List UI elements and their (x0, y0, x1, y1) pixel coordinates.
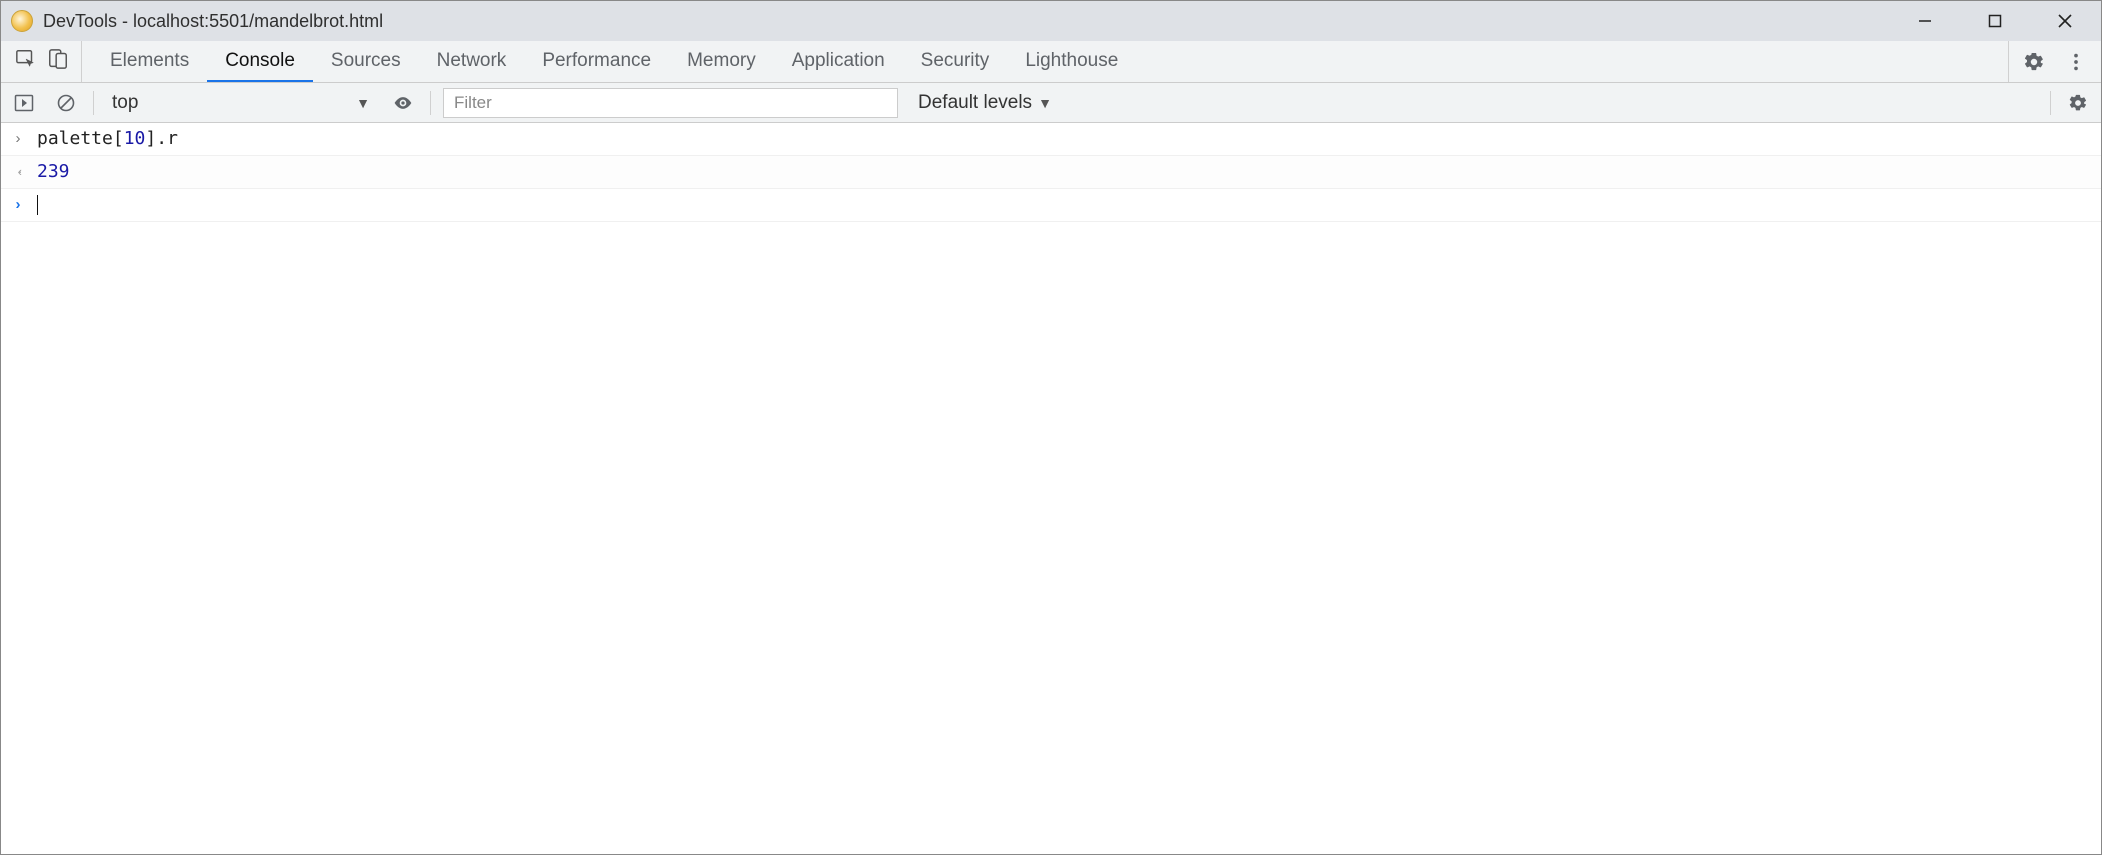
tab-label: Application (792, 50, 885, 72)
window-close-button[interactable] (2035, 2, 2095, 40)
log-levels-select[interactable]: Default levels ▼ (910, 92, 1052, 114)
tab-application[interactable]: Application (774, 41, 903, 82)
toggle-console-sidebar-icon[interactable] (9, 88, 39, 118)
tab-security[interactable]: Security (903, 41, 1008, 82)
separator (2050, 91, 2051, 115)
clear-console-icon[interactable] (51, 88, 81, 118)
console-input-text: palette[10].r (37, 127, 178, 151)
console-filter-input[interactable] (443, 88, 898, 118)
prompt-chevron-icon (9, 193, 27, 217)
chevron-down-icon: ▼ (1038, 95, 1052, 111)
tab-label: Lighthouse (1025, 50, 1118, 72)
separator (430, 91, 431, 115)
console-output-value: 239 (37, 160, 70, 184)
tab-label: Network (437, 50, 507, 72)
output-chevron-icon (9, 160, 27, 184)
console-output-row: 239 (1, 156, 2101, 189)
more-menu-icon[interactable] (2059, 45, 2093, 79)
input-chevron-icon (9, 127, 27, 151)
window-titlebar: DevTools - localhost:5501/mandelbrot.htm… (1, 1, 2101, 41)
tab-label: Console (225, 50, 295, 72)
tab-label: Security (921, 50, 990, 72)
console-prompt-input[interactable] (37, 193, 38, 217)
inspect-element-icon[interactable] (15, 48, 37, 75)
window-maximize-button[interactable] (1965, 2, 2025, 40)
console-input-row: palette[10].r (1, 123, 2101, 156)
tabbar-trailing-tools (2008, 41, 2101, 82)
device-toolbar-icon[interactable] (47, 48, 69, 75)
settings-gear-icon[interactable] (2017, 45, 2051, 79)
console-output[interactable]: palette[10].r 239 (1, 123, 2101, 854)
tab-lighthouse[interactable]: Lighthouse (1007, 41, 1136, 82)
tab-label: Sources (331, 50, 401, 72)
window-minimize-button[interactable] (1895, 2, 1955, 40)
tab-label: Performance (542, 50, 651, 72)
tabbar-leading-tools (7, 41, 82, 82)
console-toolbar: top ▼ Default levels ▼ (1, 83, 2101, 123)
tab-elements[interactable]: Elements (92, 41, 207, 82)
text-cursor (37, 195, 38, 215)
live-expression-eye-icon[interactable] (388, 88, 418, 118)
execution-context-label: top (112, 92, 138, 114)
log-levels-label: Default levels (918, 92, 1032, 114)
devtools-tabbar: Elements Console Sources Network Performance… (1, 41, 2101, 83)
tab-console[interactable]: Console (207, 41, 313, 82)
tab-sources[interactable]: Sources (313, 41, 419, 82)
chevron-down-icon: ▼ (356, 95, 370, 111)
window-title: DevTools - localhost:5501/mandelbrot.htm… (43, 11, 383, 32)
devtools-app-icon (11, 10, 33, 32)
tab-network[interactable]: Network (419, 41, 525, 82)
console-settings-gear-icon[interactable] (2063, 88, 2093, 118)
tab-label: Memory (687, 50, 756, 72)
tab-memory[interactable]: Memory (669, 41, 774, 82)
tab-performance[interactable]: Performance (524, 41, 669, 82)
console-prompt-row[interactable] (1, 189, 2101, 222)
panel-tabs: Elements Console Sources Network Performance… (82, 41, 1136, 82)
execution-context-select[interactable]: top ▼ (106, 90, 376, 116)
tab-label: Elements (110, 50, 189, 72)
separator (93, 91, 94, 115)
